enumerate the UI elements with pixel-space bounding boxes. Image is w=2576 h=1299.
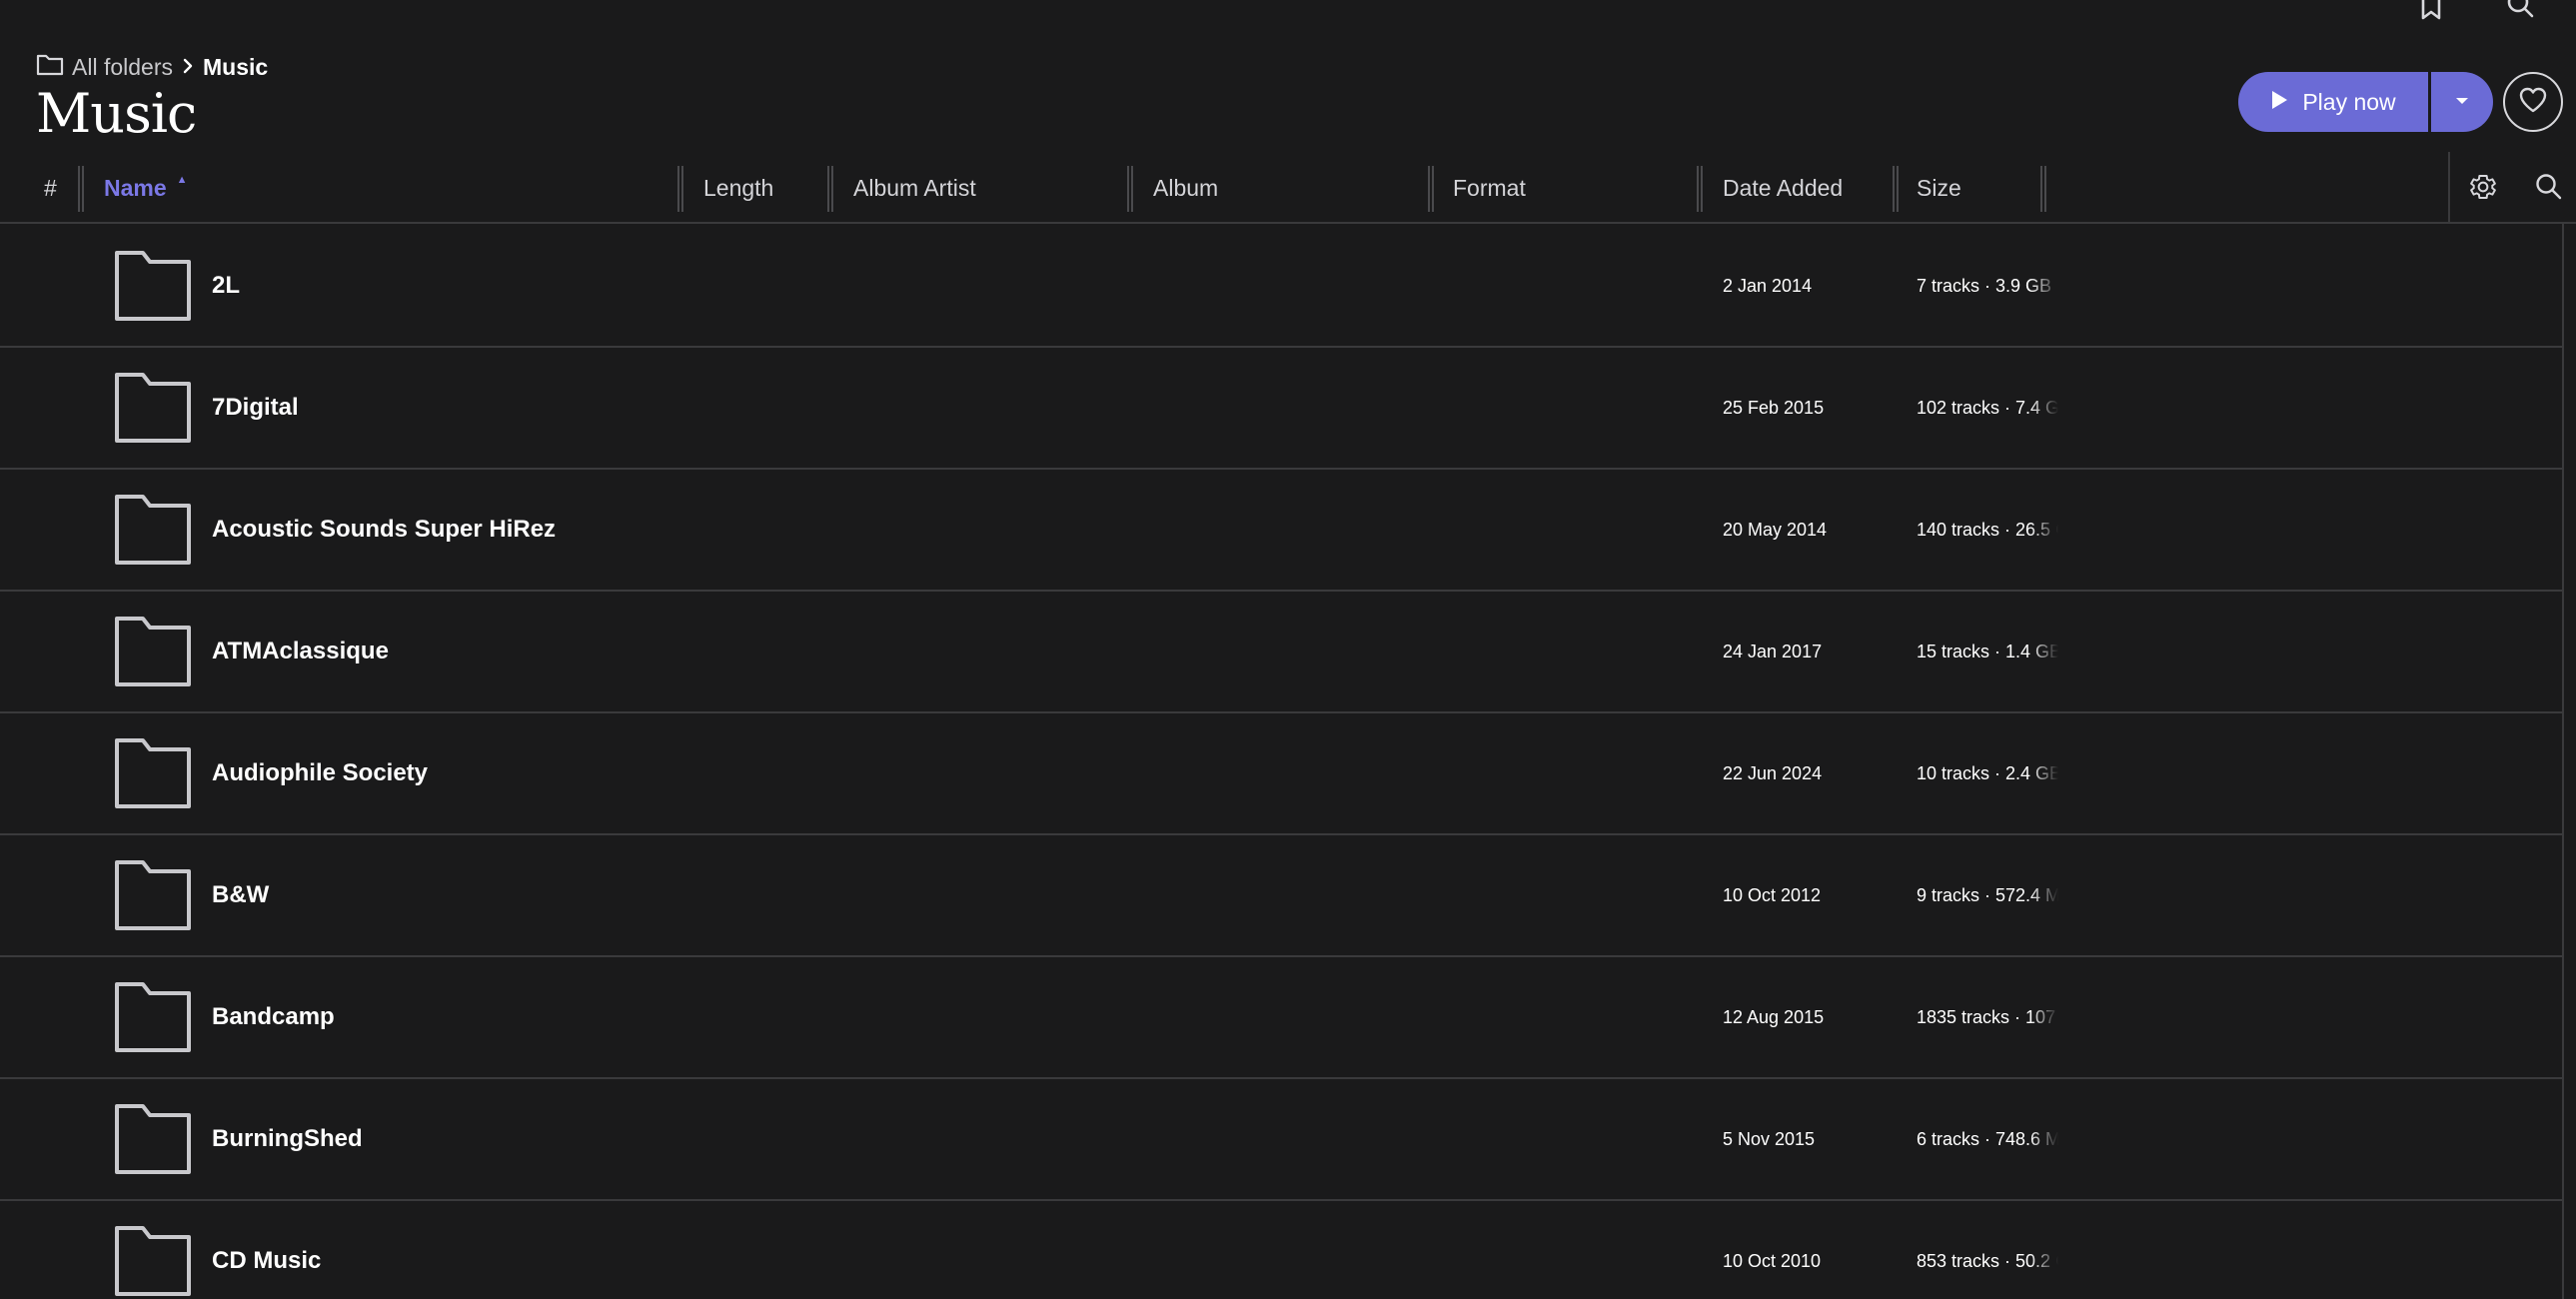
row-size: 6 tracks · 748.6 MB bbox=[1917, 1128, 2058, 1149]
column-album-artist[interactable]: Album Artist bbox=[853, 152, 976, 224]
heart-icon bbox=[2518, 86, 2548, 119]
folder-icon bbox=[114, 616, 192, 692]
sort-ascending-icon: ▲ bbox=[176, 174, 188, 186]
folder-icon bbox=[114, 494, 192, 571]
table-row[interactable]: BurningShed 5 Nov 2015 6 tracks · 748.6 … bbox=[0, 1079, 2562, 1201]
row-date-added: 24 Jan 2017 bbox=[1723, 641, 1823, 661]
scrollbar-track[interactable] bbox=[2562, 224, 2564, 1299]
row-name: B&W bbox=[212, 881, 270, 908]
play-now-button[interactable]: Play now bbox=[2238, 72, 2428, 132]
header-divider bbox=[2448, 152, 2450, 224]
folder-list: 2L 2 Jan 2014 7 tracks · 3.9 GB 7Digital… bbox=[0, 226, 2562, 1299]
column-name-label: Name bbox=[104, 174, 167, 201]
search-icon[interactable] bbox=[2506, 0, 2536, 22]
bookmark-icon[interactable] bbox=[2418, 0, 2444, 22]
row-size: 10 tracks · 2.4 GB bbox=[1917, 762, 2058, 783]
row-date-added: 10 Oct 2010 bbox=[1723, 1250, 1822, 1271]
row-size: 7 tracks · 3.9 GB bbox=[1917, 275, 2052, 296]
column-resize-handle[interactable] bbox=[2040, 166, 2046, 212]
search-icon[interactable] bbox=[2534, 172, 2564, 207]
table-row[interactable]: Bandcamp 12 Aug 2015 1835 tracks · 107 bbox=[0, 957, 2562, 1079]
column-index: # bbox=[44, 174, 57, 201]
table-row[interactable]: ATMAclassique 24 Jan 2017 15 tracks · 1.… bbox=[0, 592, 2562, 713]
table-row[interactable]: 7Digital 25 Feb 2015 102 tracks · 7.4 GB bbox=[0, 348, 2562, 470]
row-size: 9 tracks · 572.4 MB bbox=[1917, 884, 2058, 905]
table-row[interactable]: CD Music 10 Oct 2010 853 tracks · 50.2 G… bbox=[0, 1201, 2562, 1299]
play-options-button[interactable] bbox=[2431, 72, 2493, 132]
row-date-added: 5 Nov 2015 bbox=[1723, 1128, 1816, 1149]
row-date-added: 12 Aug 2015 bbox=[1723, 1006, 1825, 1027]
column-format[interactable]: Format bbox=[1453, 152, 1526, 224]
table-row[interactable]: Acoustic Sounds Super HiRez 20 May 2014 … bbox=[0, 470, 2562, 592]
column-name[interactable]: Name ▲ bbox=[104, 152, 188, 224]
table-header: # Name ▲ Length Album Artist Album Forma… bbox=[0, 152, 2576, 224]
row-size: 15 tracks · 1.4 GB bbox=[1917, 641, 2058, 661]
column-date-added[interactable]: Date Added bbox=[1723, 152, 1843, 224]
row-size: 102 tracks · 7.4 GB bbox=[1917, 397, 2058, 418]
folder-icon bbox=[114, 859, 192, 936]
favorite-button[interactable] bbox=[2503, 72, 2563, 132]
table-row[interactable]: B&W 10 Oct 2012 9 tracks · 572.4 MB bbox=[0, 835, 2562, 957]
column-resize-handle[interactable] bbox=[677, 166, 683, 212]
row-size: 140 tracks · 26.5 GB bbox=[1917, 519, 2058, 540]
play-icon bbox=[2270, 89, 2288, 116]
breadcrumb-current: Music bbox=[202, 53, 269, 80]
page-title: Music bbox=[36, 82, 197, 145]
play-controls: Play now bbox=[2238, 72, 2563, 132]
column-length[interactable]: Length bbox=[703, 152, 773, 224]
row-name: Audiophile Society bbox=[212, 759, 429, 786]
column-resize-handle[interactable] bbox=[1893, 166, 1899, 212]
row-name: 7Digital bbox=[212, 394, 299, 421]
top-toolbar bbox=[2418, 0, 2536, 22]
column-resize-handle[interactable] bbox=[1127, 166, 1133, 212]
column-resize-handle[interactable] bbox=[1697, 166, 1703, 212]
column-resize-handle[interactable] bbox=[78, 166, 84, 212]
row-name: CD Music bbox=[212, 1247, 322, 1274]
column-size[interactable]: Size bbox=[1917, 152, 1961, 224]
play-now-label: Play now bbox=[2302, 88, 2396, 115]
row-date-added: 22 Jun 2024 bbox=[1723, 762, 1823, 783]
folder-icon bbox=[114, 737, 192, 814]
row-date-added: 25 Feb 2015 bbox=[1723, 397, 1825, 418]
folder-icon bbox=[114, 981, 192, 1058]
row-size: 853 tracks · 50.2 GB bbox=[1917, 1250, 2058, 1271]
row-name: BurningShed bbox=[212, 1125, 363, 1152]
folder-icon bbox=[114, 1225, 192, 1299]
row-date-added: 2 Jan 2014 bbox=[1723, 275, 1813, 296]
row-date-added: 20 May 2014 bbox=[1723, 519, 1828, 540]
row-date-added: 10 Oct 2012 bbox=[1723, 884, 1822, 905]
column-resize-handle[interactable] bbox=[1428, 166, 1434, 212]
row-size: 1835 tracks · 107 bbox=[1917, 1006, 2056, 1027]
row-name: Bandcamp bbox=[212, 1003, 335, 1030]
caret-down-icon bbox=[2454, 93, 2470, 111]
breadcrumb-all-folders[interactable]: All folders bbox=[72, 54, 173, 81]
column-album[interactable]: Album bbox=[1153, 152, 1218, 224]
breadcrumb: All folders Music bbox=[36, 52, 268, 82]
column-resize-handle[interactable] bbox=[827, 166, 833, 212]
table-row[interactable]: Audiophile Society 22 Jun 2024 10 tracks… bbox=[0, 713, 2562, 835]
row-name: 2L bbox=[212, 272, 241, 299]
table-row[interactable]: 2L 2 Jan 2014 7 tracks · 3.9 GB bbox=[0, 226, 2562, 348]
folder-icon bbox=[114, 1103, 192, 1180]
folder-icon bbox=[114, 372, 192, 449]
row-name: ATMAclassique bbox=[212, 638, 389, 664]
folder-icon bbox=[114, 250, 192, 327]
folder-icon bbox=[36, 52, 64, 82]
chevron-right-icon bbox=[181, 54, 195, 81]
row-name: Acoustic Sounds Super HiRez bbox=[212, 516, 557, 543]
gear-icon[interactable] bbox=[2468, 172, 2498, 207]
